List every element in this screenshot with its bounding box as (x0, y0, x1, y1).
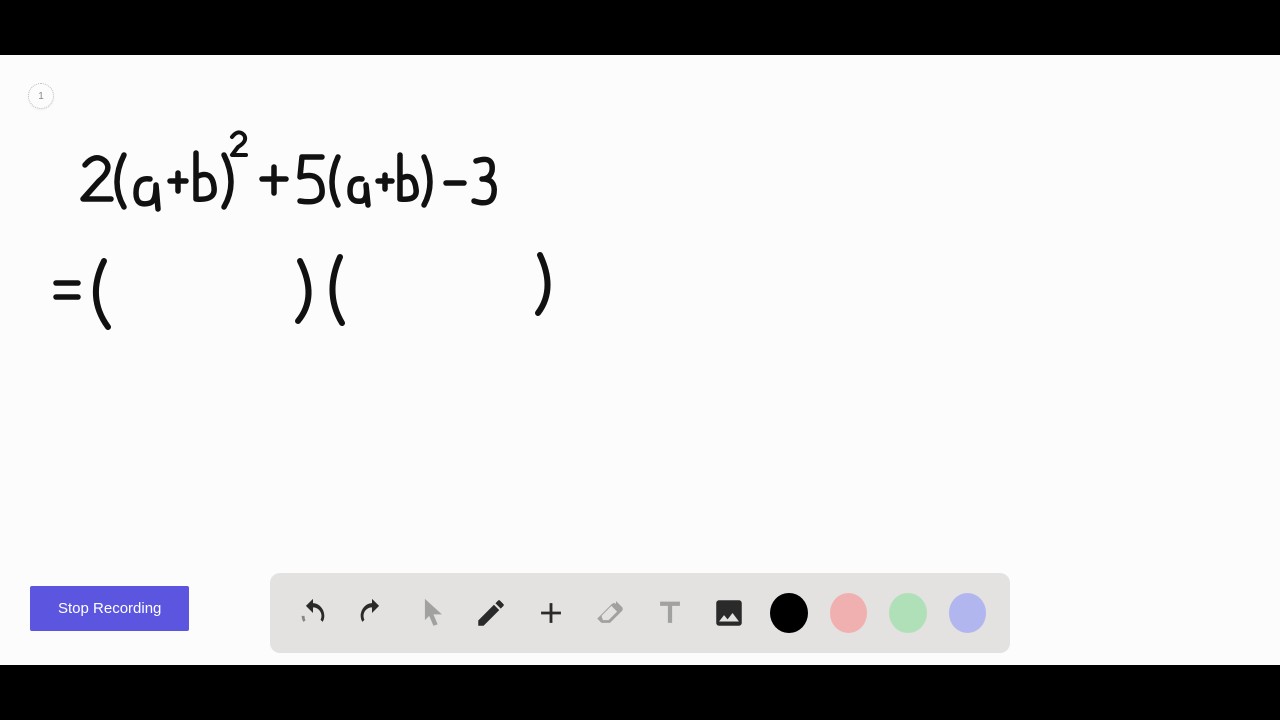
image-button[interactable] (711, 593, 749, 633)
pencil-button[interactable] (473, 593, 511, 633)
redo-icon (355, 596, 389, 630)
eraser-icon (593, 596, 627, 630)
text-button[interactable] (651, 593, 689, 633)
pencil-icon (474, 596, 508, 630)
color-black[interactable] (770, 593, 808, 633)
color-green[interactable] (889, 593, 927, 633)
drawing-toolbar (270, 573, 1010, 653)
eraser-button[interactable] (592, 593, 630, 633)
undo-icon (296, 596, 330, 630)
letterbox-top (0, 0, 1280, 55)
image-icon (712, 596, 746, 630)
color-blue[interactable] (949, 593, 987, 633)
page-number: 1 (38, 91, 44, 102)
plus-icon (534, 596, 568, 630)
add-button[interactable] (532, 593, 570, 633)
pointer-icon (415, 596, 449, 630)
letterbox-bottom (0, 665, 1280, 720)
pointer-button[interactable] (413, 593, 451, 633)
undo-button[interactable] (294, 593, 332, 633)
stop-recording-button[interactable]: Stop Recording (30, 586, 189, 631)
page-number-badge: 1 (28, 83, 54, 109)
redo-button[interactable] (354, 593, 392, 633)
whiteboard-canvas[interactable]: 1 (0, 55, 1280, 665)
color-pink[interactable] (830, 593, 868, 633)
text-icon (653, 596, 687, 630)
